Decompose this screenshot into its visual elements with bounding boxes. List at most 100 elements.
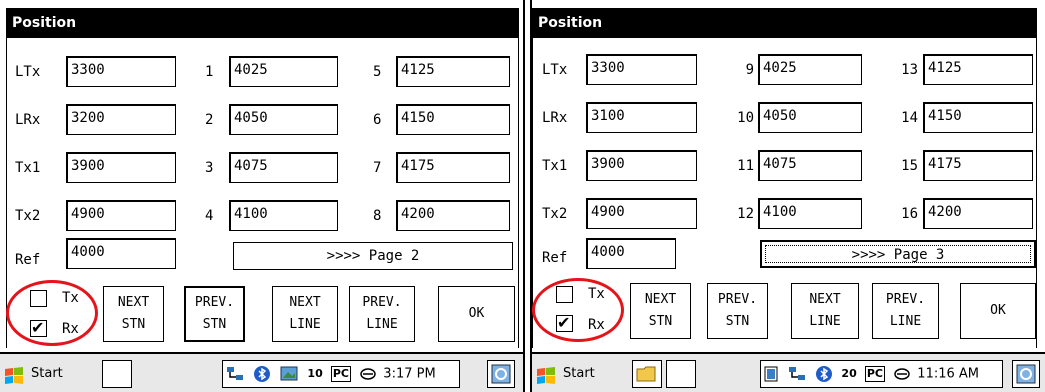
station-field[interactable]: 4075: [758, 150, 862, 181]
lrx-label: LRx: [15, 112, 41, 128]
pc-connection-icon: PC: [330, 366, 352, 382]
page-button[interactable]: >>>> Page 3: [760, 240, 1036, 268]
ltx-label: LTx: [542, 62, 568, 78]
prev-stn-label: STN: [202, 317, 227, 332]
system-tray: 20 PC 11:16 AM: [760, 360, 1003, 388]
station-number-label: 14: [901, 110, 918, 126]
station-number-label: 1: [205, 64, 214, 80]
taskbar-folder-button[interactable]: [632, 360, 662, 388]
prev-stn-label: PREV.: [717, 292, 758, 307]
network-icon: [789, 367, 806, 380]
station-number-label: 13: [901, 62, 918, 78]
tx1-field[interactable]: 3900: [66, 152, 176, 183]
highlight-circle: [6, 280, 98, 346]
ok-button[interactable]: OK: [960, 283, 1036, 339]
device-screen-left: Position LTx 3300 LRx 3200 Tx1 3900 Tx2 …: [0, 0, 525, 392]
network-icon: [227, 367, 243, 380]
ltx-label: LTx: [15, 64, 41, 80]
highlight-circle: [532, 278, 624, 342]
prev-stn-label: STN: [725, 314, 750, 329]
station-field[interactable]: 4125: [923, 54, 1033, 85]
station-number-label: 5: [373, 64, 382, 80]
next-line-label: NEXT: [289, 295, 321, 310]
station-number-label: 15: [901, 158, 918, 174]
next-stn-button[interactable]: NEXT STN: [630, 283, 691, 339]
page-button[interactable]: >>>> Page 2: [233, 242, 513, 270]
title-bar: Position: [6, 8, 519, 38]
folder-icon: [636, 366, 656, 382]
station-field[interactable]: 4175: [396, 152, 510, 183]
station-number-label: 6: [373, 112, 382, 128]
tx2-field[interactable]: 4900: [66, 200, 176, 231]
station-field[interactable]: 4025: [229, 56, 338, 87]
prev-stn-button[interactable]: PREV. STN: [184, 286, 245, 342]
station-field[interactable]: 4100: [758, 198, 862, 229]
station-field[interactable]: 4175: [923, 150, 1033, 181]
window-title: Position: [538, 15, 603, 31]
keyboard-toggle[interactable]: [1012, 360, 1040, 388]
volume-icon: [894, 368, 910, 380]
ok-button[interactable]: OK: [438, 286, 515, 342]
ok-label: OK: [468, 306, 485, 321]
tx1-label: Tx1: [15, 160, 41, 176]
prev-line-button[interactable]: PREV. LINE: [872, 283, 939, 339]
lrx-field[interactable]: 3100: [586, 102, 697, 133]
station-field[interactable]: 4150: [923, 102, 1033, 133]
start-button[interactable]: Start: [3, 360, 98, 388]
station-number-label: 16: [901, 206, 918, 222]
station-field[interactable]: 4050: [229, 104, 338, 135]
station-number-label: 9: [745, 62, 754, 78]
taskbar-window-slot[interactable]: [102, 360, 132, 388]
ok-label: OK: [990, 303, 1006, 318]
station-field[interactable]: 4200: [923, 198, 1033, 229]
ref-field[interactable]: 4000: [586, 238, 676, 269]
next-stn-label: STN: [121, 317, 146, 332]
station-field[interactable]: 4100: [229, 200, 338, 231]
keyboard-toggle[interactable]: [487, 360, 515, 388]
next-line-label: LINE: [809, 314, 841, 329]
station-field[interactable]: 4075: [229, 152, 338, 183]
display-icon: [280, 366, 298, 381]
station-field[interactable]: 4150: [396, 104, 510, 135]
prev-line-button[interactable]: PREV. LINE: [349, 286, 415, 342]
prev-line-label: PREV.: [362, 295, 402, 310]
station-field[interactable]: 4200: [396, 200, 510, 231]
pc-connection-icon: PC: [864, 366, 886, 382]
window-title: Position: [12, 15, 77, 31]
next-line-button[interactable]: NEXT LINE: [791, 283, 859, 339]
station-number-label: 4: [205, 208, 214, 224]
bluetooth-icon: [254, 366, 271, 382]
start-button[interactable]: Start: [535, 360, 630, 388]
taskbar-window-slot[interactable]: [666, 360, 696, 388]
station-field[interactable]: 4125: [396, 56, 510, 87]
tx1-field[interactable]: 3900: [586, 150, 697, 181]
station-field[interactable]: 4025: [758, 54, 862, 85]
prev-line-label: PREV.: [885, 292, 926, 307]
clock: 3:17 PM: [383, 366, 436, 382]
prev-stn-button[interactable]: PREV. STN: [707, 283, 768, 339]
next-line-button[interactable]: NEXT LINE: [272, 286, 338, 342]
title-bar: Position: [532, 8, 1037, 38]
start-label: Start: [31, 366, 63, 381]
next-line-label: LINE: [289, 317, 321, 332]
input-panel-icon: [1016, 364, 1036, 384]
lrx-label: LRx: [542, 110, 568, 126]
next-line-label: NEXT: [809, 292, 841, 307]
next-stn-button[interactable]: NEXT STN: [103, 286, 164, 342]
ref-field[interactable]: 4000: [66, 238, 176, 269]
ref-label: Ref: [15, 252, 41, 268]
tx2-label: Tx2: [542, 206, 568, 222]
ltx-field[interactable]: 3300: [586, 54, 697, 85]
start-label: Start: [563, 366, 595, 381]
station-field[interactable]: 4050: [758, 102, 862, 133]
clock: 11:16 AM: [917, 366, 980, 382]
ltx-field[interactable]: 3300: [66, 56, 176, 87]
tx1-label: Tx1: [542, 158, 568, 174]
station-number-label: 2: [205, 112, 214, 128]
lrx-field[interactable]: 3200: [66, 104, 176, 135]
station-number-label: 3: [205, 160, 214, 176]
tx2-label: Tx2: [15, 208, 41, 224]
count-indicator: 20: [841, 367, 857, 380]
device-screen-right: Position LTx 3300 LRx 3100 Tx1 3900 Tx2 …: [530, 0, 1045, 392]
tx2-field[interactable]: 4900: [586, 198, 697, 229]
